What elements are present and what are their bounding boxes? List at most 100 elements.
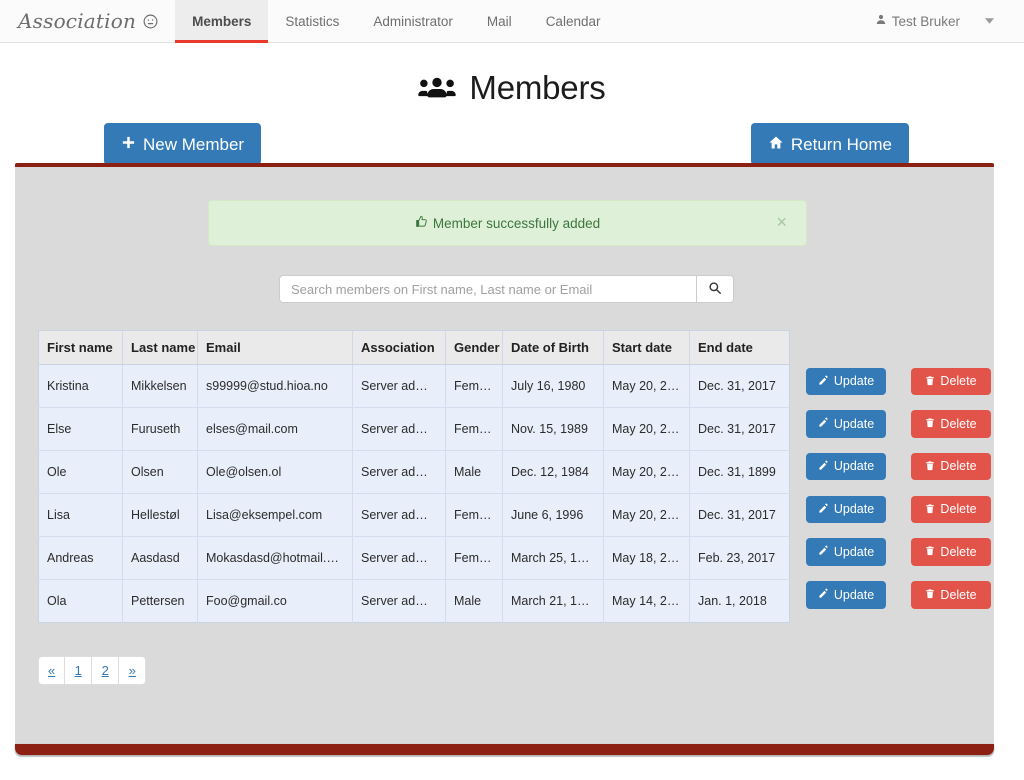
delete-button[interactable]: Delete (911, 410, 991, 438)
chevron-down-icon[interactable] (972, 18, 1012, 24)
home-icon (768, 135, 784, 153)
new-member-label: New Member (143, 134, 245, 154)
panel-footer-accent-bar (15, 744, 994, 755)
pagination-next[interactable]: » (119, 656, 147, 685)
update-button[interactable]: Update (806, 538, 886, 566)
cell-dob: June 6, 1996 (502, 493, 604, 537)
cell-start-date: May 20, 2017 (603, 450, 690, 494)
cell-last-name: Olsen (122, 450, 198, 494)
cell-last-name: Aasdasd (122, 536, 198, 580)
page-title: Members (0, 43, 1024, 123)
cell-dob: Nov. 15, 1989 (502, 407, 604, 451)
cell-association: Server admins (352, 536, 446, 580)
cell-start-date: May 14, 2017 (603, 579, 690, 623)
update-label: Update (833, 374, 875, 389)
cell-email: Foo@gmail.co (197, 579, 353, 623)
cell-association: Server admins (352, 450, 446, 494)
pagination-page-2[interactable]: 2 (92, 656, 120, 685)
update-label: Update (833, 416, 875, 431)
cell-gender: Female (445, 364, 503, 408)
pencil-icon (818, 545, 829, 559)
delete-label: Delete (940, 374, 977, 389)
delete-label: Delete (940, 416, 977, 431)
update-button[interactable]: Update (806, 452, 886, 481)
cell-first-name: Andreas (38, 536, 123, 580)
cell-last-name: Mikkelsen (122, 364, 198, 408)
delete-button[interactable]: Delete (911, 495, 991, 524)
cell-association: Server admins (352, 579, 446, 623)
pencil-icon (818, 375, 829, 389)
cell-first-name: Else (38, 407, 123, 451)
cell-last-name: Pettersen (122, 579, 198, 623)
cell-gender: Female (445, 536, 503, 580)
nav-item-statistics[interactable]: Statistics (268, 0, 356, 42)
table-row: Kristina Mikkelsen s99999@stud.hioa.no S… (38, 364, 790, 408)
delete-button[interactable]: Delete (911, 452, 991, 481)
row-action-group: Update Delete (806, 360, 991, 403)
col-header-start-date: Start date (603, 330, 690, 365)
cell-association: Server admins (352, 407, 446, 451)
table-header-row: First name Last name Email Association G… (38, 330, 790, 365)
nav-item-administrator[interactable]: Administrator (356, 0, 470, 42)
cell-email: s99999@stud.hioa.no (197, 364, 353, 408)
table-row: Lisa Hellestøl Lisa@eksempel.com Server … (38, 493, 790, 537)
delete-label: Delete (940, 544, 977, 559)
user-icon (875, 13, 887, 29)
col-header-first-name: First name (38, 330, 123, 365)
row-action-group: Update Delete (806, 488, 991, 531)
col-header-email: Email (197, 330, 353, 365)
pencil-icon (818, 417, 829, 431)
nav-item-calendar[interactable]: Calendar (529, 0, 618, 42)
trash-icon (925, 545, 935, 559)
search-input[interactable] (279, 275, 696, 303)
col-header-dob: Date of Birth (502, 330, 604, 365)
update-button[interactable]: Update (806, 410, 886, 438)
cell-gender: Male (445, 579, 503, 623)
row-action-group: Update Delete (806, 531, 991, 574)
pagination: « 1 2 » (38, 656, 147, 685)
cell-email: Mokasdasd@hotmail.com (197, 536, 353, 580)
nav-item-members[interactable]: Members (175, 0, 269, 43)
members-table-area: First name Last name Email Association G… (38, 330, 991, 623)
cell-dob: March 21, 1991 (502, 579, 604, 623)
thumbs-up-icon (415, 215, 428, 231)
members-table-body: Kristina Mikkelsen s99999@stud.hioa.no S… (38, 364, 790, 623)
col-header-end-date: End date (689, 330, 790, 365)
delete-label: Delete (940, 587, 977, 602)
col-header-last-name: Last name (122, 330, 198, 365)
members-table: First name Last name Email Association G… (38, 330, 790, 623)
pagination-page-1[interactable]: 1 (65, 656, 93, 685)
update-label: Update (833, 459, 875, 474)
content-panel: Member successfully added × First name (15, 163, 994, 757)
cell-last-name: Furuseth (122, 407, 198, 451)
nav-item-mail[interactable]: Mail (470, 0, 529, 42)
table-row: Andreas Aasdasd Mokasdasd@hotmail.com Se… (38, 536, 790, 580)
delete-button[interactable]: Delete (911, 538, 991, 566)
cell-first-name: Kristina (38, 364, 123, 408)
trash-icon (925, 588, 935, 602)
brand-logo[interactable]: Association (0, 0, 175, 42)
top-navbar: Association Members Statistics Administr… (0, 0, 1024, 43)
update-button[interactable]: Update (806, 367, 886, 396)
cell-start-date: May 18, 2017 (603, 536, 690, 580)
plus-icon (121, 135, 136, 153)
update-button[interactable]: Update (806, 581, 886, 609)
cell-association: Server admins (352, 493, 446, 537)
pagination-prev[interactable]: « (38, 656, 66, 685)
cell-association: Server admins (352, 364, 446, 408)
new-member-button[interactable]: New Member (104, 123, 262, 165)
cell-gender: Male (445, 450, 503, 494)
search-button[interactable] (696, 275, 734, 303)
delete-button[interactable]: Delete (911, 367, 991, 396)
pencil-icon (818, 460, 829, 474)
delete-button[interactable]: Delete (911, 581, 991, 609)
update-label: Update (833, 587, 875, 602)
update-button[interactable]: Update (806, 495, 886, 524)
trash-icon (925, 503, 935, 517)
delete-label: Delete (940, 502, 977, 517)
nav-items: Members Statistics Administrator Mail Ca… (175, 0, 618, 43)
return-home-button[interactable]: Return Home (750, 123, 909, 165)
user-menu[interactable]: Test Bruker (865, 13, 970, 29)
cell-email: Ole@olsen.ol (197, 450, 353, 494)
alert-close-button[interactable]: × (770, 212, 793, 232)
